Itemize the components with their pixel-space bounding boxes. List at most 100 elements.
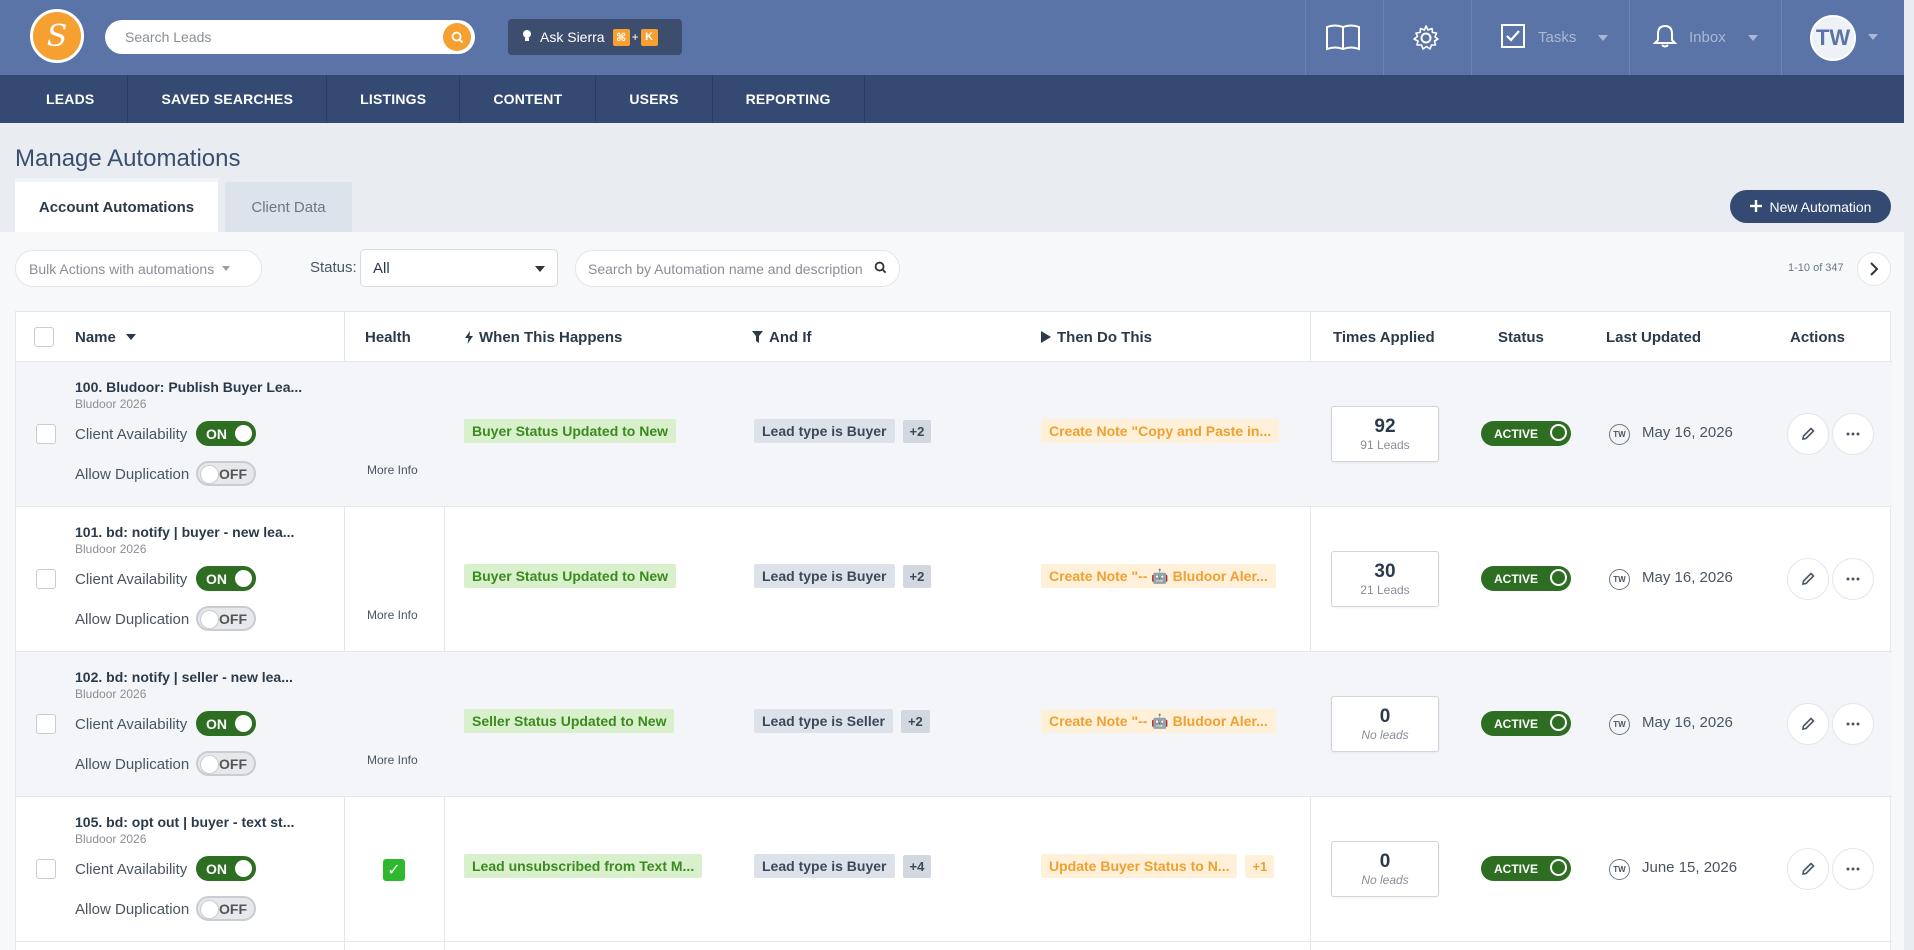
trigger-tag[interactable]: Seller Status Updated to New: [464, 709, 675, 733]
automation-name[interactable]: 101. bd: notify | buyer - new lea...: [75, 524, 294, 540]
tasks-label: Tasks: [1538, 29, 1577, 46]
allow-duplication-label: Allow Duplication: [75, 611, 190, 628]
automation-search-input[interactable]: [576, 251, 866, 286]
search-leads-input[interactable]: [105, 20, 425, 54]
allow-duplication-toggle[interactable]: OFF: [196, 461, 256, 486]
book-icon[interactable]: [1305, 0, 1381, 75]
ellipsis-icon: [1846, 577, 1860, 581]
edit-button[interactable]: [1787, 703, 1829, 745]
tab-client-data[interactable]: Client Data: [225, 182, 352, 232]
times-applied-box[interactable]: 30 21 Leads: [1331, 551, 1439, 607]
next-page-button[interactable]: [1857, 252, 1891, 286]
status-active-toggle[interactable]: ACTIVE: [1481, 566, 1571, 591]
header-name[interactable]: Name: [75, 312, 136, 362]
trigger-label: Buyer Status Updated to New: [464, 419, 677, 443]
more-actions-button[interactable]: [1832, 558, 1874, 600]
plus-icon: [1749, 196, 1762, 217]
ask-sierra-button[interactable]: Ask Sierra ⌘ + K: [508, 19, 682, 55]
nav-reporting[interactable]: REPORTING: [713, 75, 865, 123]
times-applied-box[interactable]: 92 91 Leads: [1331, 406, 1439, 462]
times-applied-box[interactable]: 0 No leads: [1331, 841, 1439, 897]
user-avatar[interactable]: TW: [1810, 15, 1856, 61]
row-checkbox[interactable]: [36, 569, 56, 589]
gear-icon[interactable]: [1383, 0, 1469, 75]
nav-listings[interactable]: LISTINGS: [327, 75, 461, 123]
trigger-tag[interactable]: Lead unsubscribed from Text M...: [464, 854, 703, 878]
updated-by-avatar: TW: [1609, 424, 1630, 445]
condition-tag[interactable]: Lead type is Seller +2: [754, 709, 930, 733]
chevron-down-icon[interactable]: [1868, 34, 1878, 40]
automations-table: Name Health When This Happens And If The…: [15, 311, 1892, 950]
action-tag[interactable]: Create Note "-- 🤖 Bludoor Aler...: [1041, 564, 1276, 588]
nav-saved-searches[interactable]: SAVED SEARCHES: [128, 75, 328, 123]
more-actions-button[interactable]: [1832, 413, 1874, 455]
pencil-icon: [1802, 717, 1815, 730]
condition-extra-count[interactable]: +2: [902, 565, 932, 588]
status-active-toggle[interactable]: ACTIVE: [1481, 856, 1571, 881]
condition-extra-count[interactable]: +2: [902, 420, 932, 443]
action-label: Create Note "-- 🤖 Bludoor Aler...: [1041, 709, 1276, 733]
trigger-tag[interactable]: Buyer Status Updated to New: [464, 419, 677, 443]
condition-tag[interactable]: Lead type is Buyer +2: [754, 564, 932, 588]
tab-account-automations[interactable]: Account Automations: [15, 178, 218, 232]
action-tag[interactable]: Update Buyer Status to N... +1: [1041, 854, 1275, 878]
client-availability-toggle[interactable]: ON: [196, 856, 256, 881]
sierra-logo[interactable]: S: [30, 9, 84, 63]
header-andif-label: And If: [769, 328, 812, 346]
row-checkbox[interactable]: [36, 424, 56, 444]
search-icon[interactable]: [443, 23, 471, 51]
main-nav: LEADS SAVED SEARCHES LISTINGS CONTENT US…: [0, 75, 1904, 123]
divider: [1629, 0, 1630, 75]
action-tag[interactable]: Create Note "-- 🤖 Bludoor Aler...: [1041, 709, 1276, 733]
condition-extra-count[interactable]: +2: [900, 710, 930, 733]
automation-name[interactable]: 102. bd: notify | seller - new lea...: [75, 669, 293, 685]
allow-duplication-toggle[interactable]: OFF: [196, 751, 256, 776]
nav-leads[interactable]: LEADS: [0, 75, 129, 123]
bulk-actions-dropdown[interactable]: Bulk Actions with automations: [15, 250, 262, 287]
automation-name[interactable]: 105. bd: opt out | buyer - text st...: [75, 814, 294, 830]
select-all-checkbox[interactable]: [34, 312, 54, 362]
edit-button[interactable]: [1787, 413, 1829, 455]
header-health: Health: [365, 328, 411, 346]
page-title: Manage Automations: [15, 145, 241, 172]
automation-name[interactable]: 100. Bludoor: Publish Buyer Lea...: [75, 379, 302, 395]
status-filter-select[interactable]: All: [360, 249, 558, 287]
status-active-toggle[interactable]: ACTIVE: [1481, 711, 1571, 736]
action-extra-count[interactable]: +1: [1245, 855, 1275, 878]
trigger-tag[interactable]: Buyer Status Updated to New: [464, 564, 677, 588]
more-actions-button[interactable]: [1832, 848, 1874, 890]
client-availability-toggle[interactable]: ON: [196, 421, 256, 446]
edit-button[interactable]: [1787, 848, 1829, 890]
times-applied-box[interactable]: 0 No leads: [1331, 696, 1439, 752]
ask-sierra-label: Ask Sierra: [540, 29, 605, 45]
condition-extra-count[interactable]: +4: [902, 855, 932, 878]
nav-users[interactable]: USERS: [596, 75, 713, 123]
header-when-label: When This Happens: [479, 328, 623, 346]
header-name-label: Name: [75, 328, 116, 346]
table-row: 100. Bludoor: Publish Buyer Lea... Bludoo…: [16, 362, 1892, 507]
more-info-link[interactable]: More Info: [367, 463, 418, 477]
allow-duplication-toggle[interactable]: OFF: [196, 896, 256, 921]
condition-tag[interactable]: Lead type is Buyer +2: [754, 419, 932, 443]
search-icon[interactable]: [874, 261, 887, 279]
new-automation-button[interactable]: New Automation: [1730, 190, 1891, 223]
allow-duplication-toggle[interactable]: OFF: [196, 606, 256, 631]
row-checkbox[interactable]: [36, 859, 56, 879]
client-availability-label: Client Availability: [75, 861, 188, 878]
more-info-link[interactable]: More Info: [367, 608, 418, 622]
inbox-menu[interactable]: Inbox: [1652, 0, 1758, 75]
status-active-toggle[interactable]: ACTIVE: [1481, 421, 1571, 446]
chevron-down-icon: [222, 266, 231, 271]
client-availability-toggle[interactable]: ON: [196, 566, 256, 591]
edit-button[interactable]: [1787, 558, 1829, 600]
more-actions-button[interactable]: [1832, 703, 1874, 745]
command-key: ⌘: [612, 28, 630, 46]
condition-tag[interactable]: Lead type is Buyer +4: [754, 854, 932, 878]
client-availability-toggle[interactable]: ON: [196, 711, 256, 736]
action-tag[interactable]: Create Note "Copy and Paste in...: [1041, 419, 1280, 443]
tasks-menu[interactable]: Tasks: [1500, 0, 1609, 75]
header-status: Status: [1498, 328, 1544, 346]
more-info-link[interactable]: More Info: [367, 753, 418, 767]
nav-content[interactable]: CONTENT: [460, 75, 597, 123]
row-checkbox[interactable]: [36, 714, 56, 734]
